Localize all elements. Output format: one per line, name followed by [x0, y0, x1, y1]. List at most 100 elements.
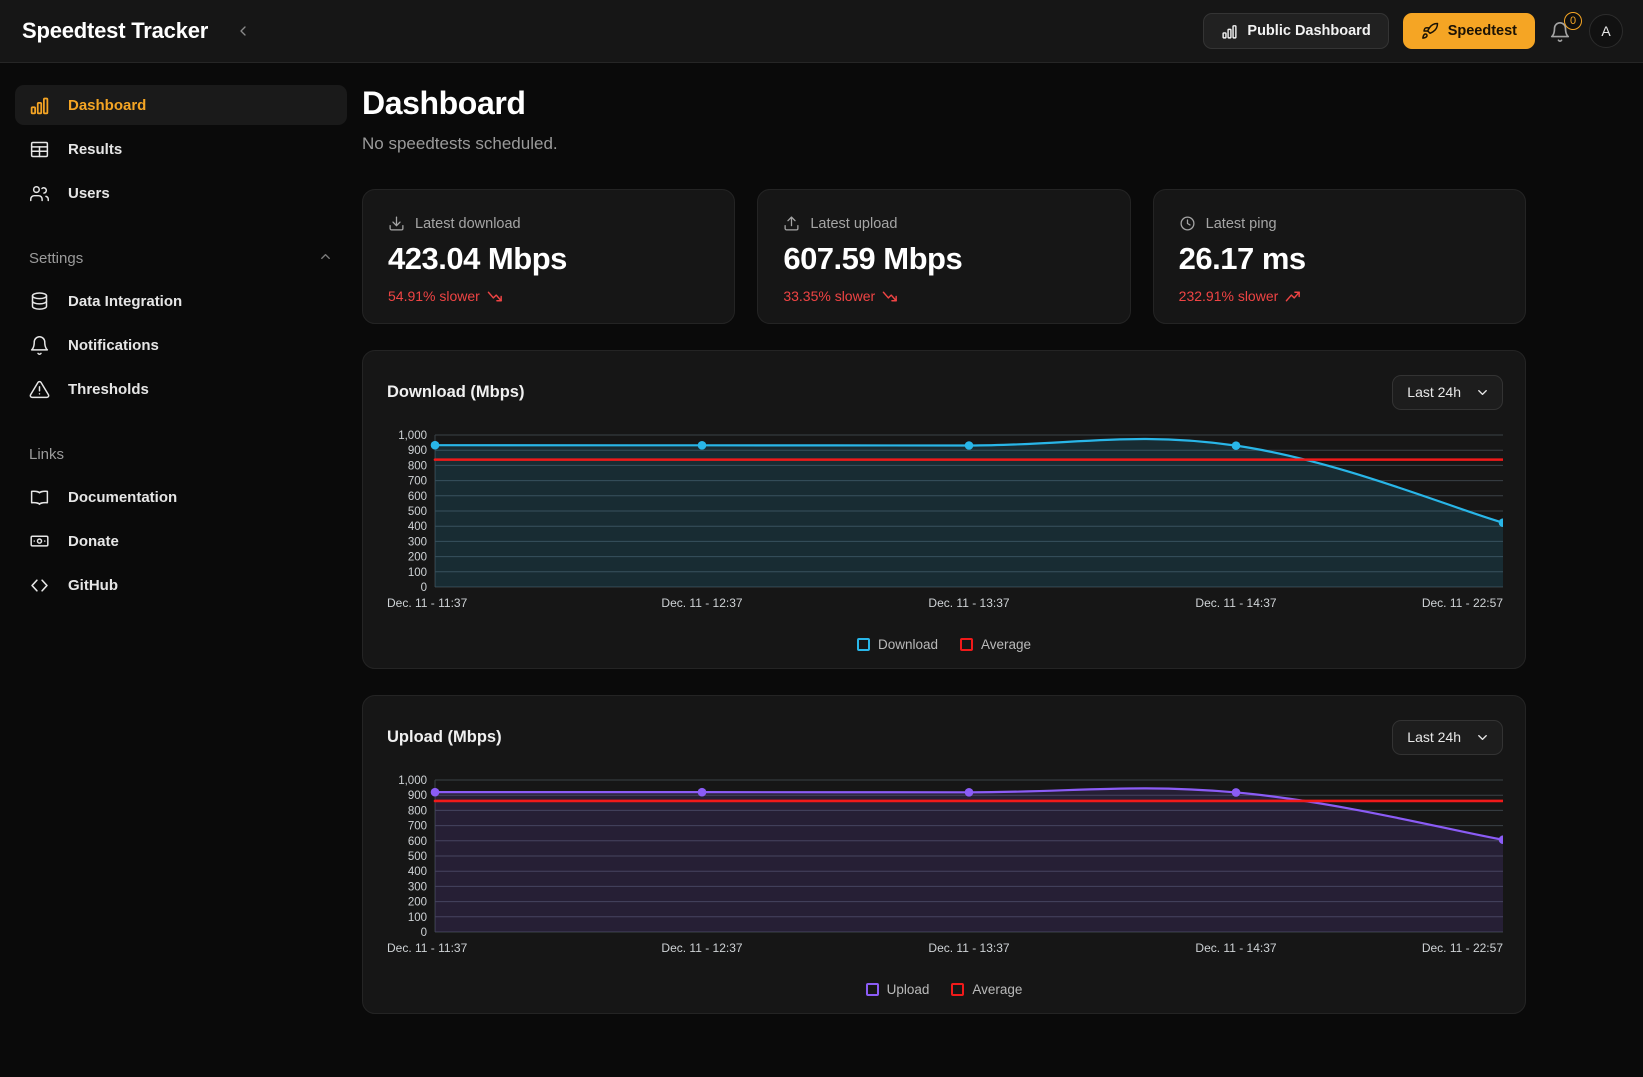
- chevron-down-icon: [1475, 385, 1490, 400]
- top-bar: Speedtest Tracker Public Dashboard Speed…: [0, 0, 1643, 63]
- x-axis-tick-label: Dec. 11 - 11:37: [387, 596, 468, 610]
- sidebar-item-documentation[interactable]: Documentation: [15, 477, 347, 517]
- top-bar-actions: Public Dashboard Speedtest 0 A: [1203, 13, 1623, 49]
- x-axis-tick-label: Dec. 11 - 12:37: [661, 941, 742, 955]
- stat-card-label: Latest ping: [1206, 216, 1277, 232]
- trend-up-icon: [1285, 290, 1302, 303]
- sidebar-item-thresholds[interactable]: Thresholds: [15, 369, 347, 409]
- data-point[interactable]: [431, 441, 440, 450]
- stat-card-delta: 54.91% slower: [388, 288, 709, 304]
- main-content: Dashboard No speedtests scheduled. Lates…: [362, 63, 1643, 1077]
- download-line-chart[interactable]: 01002003004005006007008009001,000Dec. 11…: [387, 427, 1503, 622]
- panel-header: Download (Mbps) Last 24h: [363, 351, 1525, 413]
- legend-label: Download: [878, 637, 938, 652]
- data-point[interactable]: [698, 788, 707, 797]
- x-axis-tick-label: Dec. 11 - 13:37: [928, 941, 1009, 955]
- sidebar-item-users[interactable]: Users: [15, 173, 347, 213]
- sidebar-group-label: Links: [29, 446, 64, 463]
- legend-item-average[interactable]: Average: [960, 637, 1031, 652]
- alert-triangle-icon: [29, 379, 50, 400]
- chevron-left-icon: [235, 23, 251, 39]
- stat-card-latest-ping: Latest ping 26.17 ms 232.91% slower: [1153, 189, 1526, 324]
- stat-card-delta: 33.35% slower: [783, 288, 1104, 304]
- code-icon: [29, 575, 50, 596]
- bar-chart-icon: [1221, 23, 1238, 40]
- sidebar-item-results[interactable]: Results: [15, 129, 347, 169]
- speedtest-button[interactable]: Speedtest: [1403, 13, 1535, 49]
- notifications-button[interactable]: 0: [1549, 16, 1575, 46]
- legend-label: Upload: [887, 982, 930, 997]
- data-point[interactable]: [698, 441, 707, 450]
- chevron-up-icon: [318, 249, 333, 268]
- upload-range-select[interactable]: Last 24h: [1392, 720, 1503, 755]
- range-select-value: Last 24h: [1407, 384, 1461, 400]
- sidebar-item-github[interactable]: GitHub: [15, 565, 347, 605]
- sidebar-item-label: GitHub: [68, 577, 118, 594]
- y-axis-tick-label: 700: [408, 476, 427, 488]
- sidebar-item-dashboard[interactable]: Dashboard: [15, 85, 347, 125]
- sidebar-group-label: Settings: [29, 250, 83, 267]
- upload-line-chart[interactable]: 01002003004005006007008009001,000Dec. 11…: [387, 772, 1503, 967]
- stat-card-delta-text: 232.91% slower: [1179, 288, 1279, 304]
- stat-card-delta-text: 54.91% slower: [388, 288, 480, 304]
- stat-cards: Latest download 423.04 Mbps 54.91% slowe…: [362, 189, 1526, 324]
- download-range-select[interactable]: Last 24h: [1392, 375, 1503, 410]
- sidebar-group-settings[interactable]: Settings: [15, 241, 347, 275]
- sidebar-item-data-integration[interactable]: Data Integration: [15, 281, 347, 321]
- legend-item-average[interactable]: Average: [951, 982, 1022, 997]
- sidebar-item-label: Users: [68, 185, 110, 202]
- book-icon: [29, 487, 50, 508]
- data-point[interactable]: [1232, 788, 1241, 797]
- data-point[interactable]: [431, 788, 440, 797]
- data-point[interactable]: [965, 788, 974, 797]
- stat-card-label: Latest upload: [810, 216, 897, 232]
- x-axis-tick-label: Dec. 11 - 12:37: [661, 596, 742, 610]
- y-axis-tick-label: 0: [421, 582, 427, 594]
- sidebar-item-label: Notifications: [68, 337, 159, 354]
- page-title: Dashboard: [362, 85, 1526, 122]
- download-chart-legend: Download Average: [387, 637, 1501, 652]
- data-point[interactable]: [1232, 441, 1241, 450]
- sidebar-item-donate[interactable]: Donate: [15, 521, 347, 561]
- y-axis-tick-label: 500: [408, 851, 427, 863]
- upload-chart-panel: Upload (Mbps) Last 24h 01002003004005006…: [362, 695, 1526, 1014]
- legend-swatch: [951, 983, 964, 996]
- x-axis-tick-label: Dec. 11 - 13:37: [928, 596, 1009, 610]
- public-dashboard-label: Public Dashboard: [1247, 23, 1370, 39]
- panel-title: Download (Mbps): [387, 383, 524, 402]
- trend-down-icon: [487, 290, 504, 303]
- users-icon: [29, 183, 50, 204]
- sidebar-item-label: Data Integration: [68, 293, 182, 310]
- y-axis-tick-label: 1,000: [398, 430, 427, 442]
- upload-chart-legend: Upload Average: [387, 982, 1501, 997]
- public-dashboard-button[interactable]: Public Dashboard: [1203, 13, 1388, 49]
- stat-card-label: Latest download: [415, 216, 521, 232]
- x-axis-tick-label: Dec. 11 - 22:57: [1422, 941, 1503, 955]
- download-chart-panel: Download (Mbps) Last 24h 010020030040050…: [362, 350, 1526, 669]
- stat-card-header: Latest download: [388, 215, 709, 232]
- legend-item-download[interactable]: Download: [857, 637, 938, 652]
- y-axis-tick-label: 200: [408, 897, 427, 909]
- download-chart-body: 01002003004005006007008009001,000Dec. 11…: [363, 413, 1525, 668]
- range-select-value: Last 24h: [1407, 729, 1461, 745]
- y-axis-tick-label: 900: [408, 790, 427, 802]
- x-axis-tick-label: Dec. 11 - 14:37: [1195, 941, 1276, 955]
- legend-item-upload[interactable]: Upload: [866, 982, 930, 997]
- sidebar-item-label: Documentation: [68, 489, 177, 506]
- series-area: [435, 439, 1503, 587]
- table-icon: [29, 139, 50, 160]
- sidebar-item-label: Results: [68, 141, 122, 158]
- data-point[interactable]: [965, 441, 974, 450]
- upload-chart-body: 01002003004005006007008009001,000Dec. 11…: [363, 758, 1525, 1013]
- upload-icon: [783, 215, 800, 232]
- avatar[interactable]: A: [1589, 14, 1623, 48]
- panel-header: Upload (Mbps) Last 24h: [363, 696, 1525, 758]
- sidebar-collapse-button[interactable]: [230, 18, 256, 44]
- y-axis-tick-label: 500: [408, 506, 427, 518]
- y-axis-tick-label: 200: [408, 552, 427, 564]
- y-axis-tick-label: 600: [408, 836, 427, 848]
- sidebar: Dashboard Results Users Settings: [0, 63, 362, 1077]
- sidebar-item-notifications[interactable]: Notifications: [15, 325, 347, 365]
- y-axis-tick-label: 900: [408, 445, 427, 457]
- bar-chart-icon: [29, 95, 50, 116]
